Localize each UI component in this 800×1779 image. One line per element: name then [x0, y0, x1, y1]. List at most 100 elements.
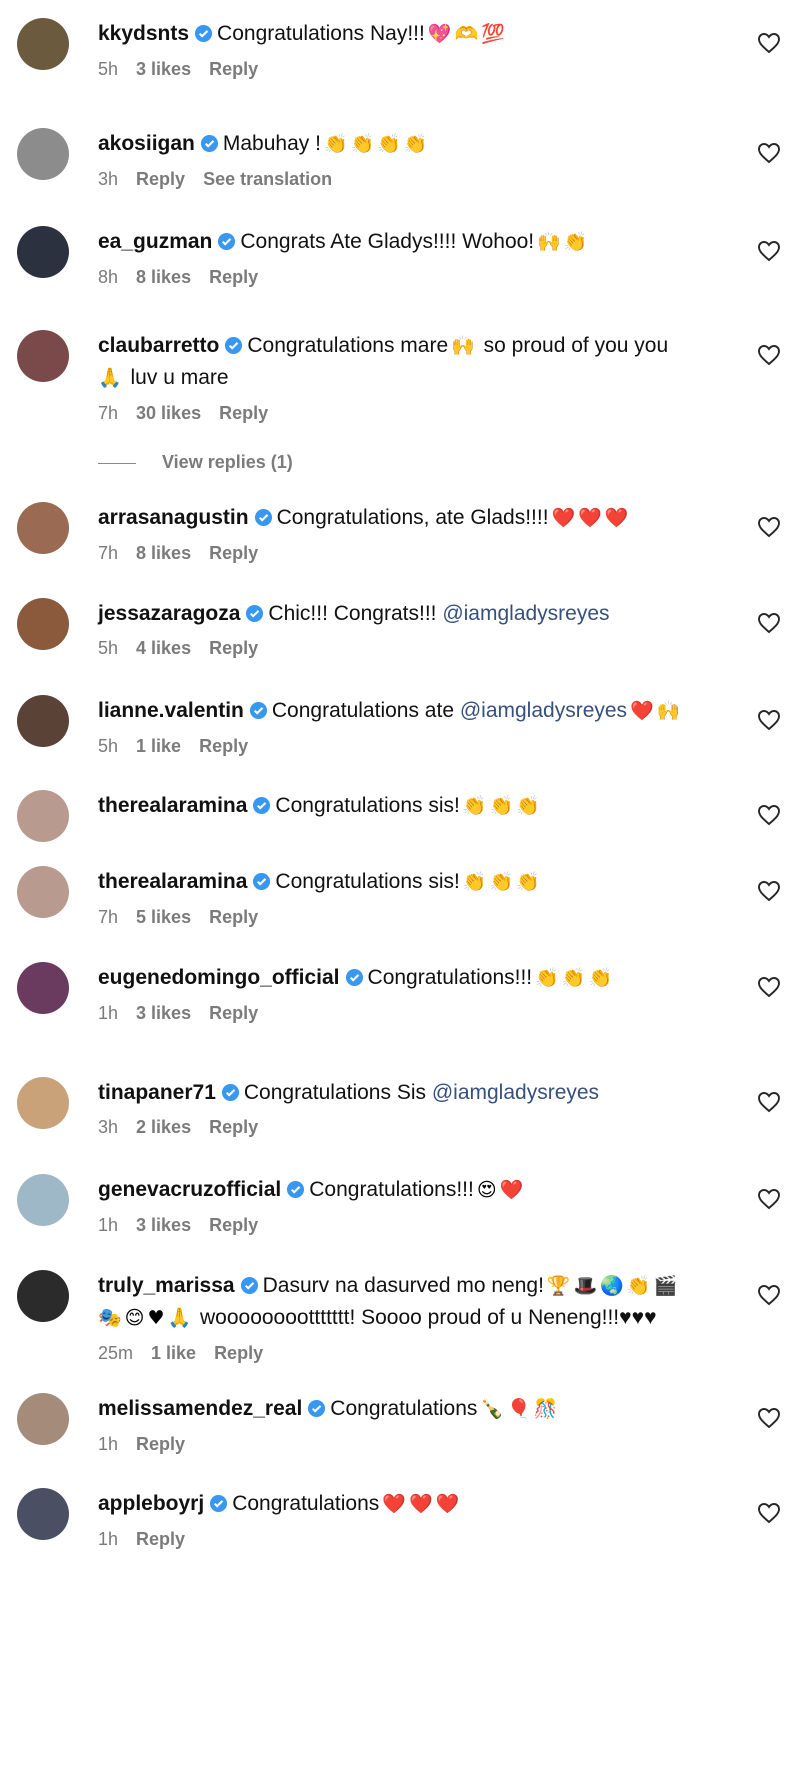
- comment-emojis: 👏👏👏: [535, 967, 616, 989]
- reply-button[interactable]: Reply: [136, 1529, 185, 1549]
- username[interactable]: akosiigan: [98, 132, 195, 155]
- comment-emojis: 🙌: [451, 335, 478, 357]
- avatar[interactable]: [17, 502, 69, 554]
- username[interactable]: therealaramina: [98, 794, 247, 817]
- verified-badge-icon: [253, 796, 271, 815]
- avatar[interactable]: [17, 128, 69, 180]
- like-heart-icon[interactable]: [757, 1091, 781, 1113]
- verified-badge-icon: [246, 604, 264, 623]
- avatar[interactable]: [17, 962, 69, 1014]
- likes-count[interactable]: 8 likes: [136, 543, 191, 563]
- likes-count[interactable]: 4 likes: [136, 638, 191, 658]
- like-heart-icon[interactable]: [757, 32, 781, 54]
- verified-badge-icon: [308, 1399, 326, 1418]
- likes-count[interactable]: 1 like: [136, 736, 181, 756]
- comment-text: Congratulations: [232, 1492, 380, 1515]
- like-heart-icon[interactable]: [757, 516, 781, 538]
- timestamp: 3h: [98, 1117, 119, 1137]
- comment-emojis: 🍾🎈🎊: [480, 1398, 561, 1420]
- reply-button[interactable]: Reply: [209, 267, 258, 287]
- avatar[interactable]: [17, 330, 69, 382]
- verified-badge-icon: [210, 1494, 228, 1513]
- like-heart-icon[interactable]: [757, 1188, 781, 1210]
- like-heart-icon[interactable]: [757, 142, 781, 164]
- username[interactable]: tinapaner71: [98, 1081, 216, 1104]
- reply-button[interactable]: Reply: [209, 1003, 258, 1023]
- avatar[interactable]: [17, 790, 69, 842]
- username[interactable]: eugenedomingo_official: [98, 966, 340, 989]
- view-replies-button[interactable]: View replies (1): [98, 452, 293, 473]
- reply-button[interactable]: Reply: [209, 638, 258, 658]
- mention-link[interactable]: @iamgladysreyes: [460, 699, 627, 722]
- avatar[interactable]: [17, 18, 69, 70]
- comment-text: Dasurv na dasurved mo neng!: [262, 1274, 544, 1297]
- username[interactable]: arrasanagustin: [98, 506, 249, 529]
- comment-text: Congratulations!!!: [367, 966, 533, 989]
- likes-count[interactable]: 5 likes: [136, 907, 191, 927]
- verified-badge-icon: [218, 232, 236, 251]
- reply-button[interactable]: Reply: [219, 403, 268, 423]
- reply-button[interactable]: Reply: [209, 543, 258, 563]
- avatar[interactable]: [17, 1393, 69, 1445]
- likes-count[interactable]: 3 likes: [136, 1215, 191, 1235]
- timestamp: 25m: [98, 1343, 134, 1363]
- reply-button[interactable]: Reply: [136, 169, 185, 189]
- reply-button[interactable]: Reply: [136, 1434, 185, 1454]
- like-heart-icon[interactable]: [757, 344, 781, 366]
- likes-count[interactable]: 3 likes: [136, 59, 191, 79]
- comments-feed: kkydsnts Congratulations Nay!!! 💖🫶💯 5h 3 li…: [0, 0, 800, 1779]
- reply-button[interactable]: Reply: [209, 1117, 258, 1137]
- username[interactable]: kkydsnts: [98, 22, 189, 45]
- like-heart-icon[interactable]: [757, 709, 781, 731]
- username[interactable]: truly_marissa: [98, 1274, 235, 1297]
- avatar[interactable]: [17, 866, 69, 918]
- username[interactable]: claubarretto: [98, 334, 219, 357]
- like-heart-icon[interactable]: [757, 1284, 781, 1306]
- comment-text: Chic!!! Congrats!!!: [268, 602, 437, 625]
- comment-emojis-line2: 🎭😊♥🙏: [98, 1307, 195, 1329]
- comment-emojis: ❤️❤️❤️: [382, 1493, 463, 1515]
- username[interactable]: melissamendez_real: [98, 1397, 302, 1420]
- reply-button[interactable]: Reply: [209, 1215, 258, 1235]
- avatar[interactable]: [17, 226, 69, 278]
- avatar[interactable]: [17, 695, 69, 747]
- like-heart-icon[interactable]: [757, 880, 781, 902]
- avatar[interactable]: [17, 1077, 69, 1129]
- username[interactable]: appleboyrj: [98, 1492, 204, 1515]
- avatar[interactable]: [17, 598, 69, 650]
- username[interactable]: therealaramina: [98, 870, 247, 893]
- like-heart-icon[interactable]: [757, 240, 781, 262]
- timestamp: 5h: [98, 638, 119, 658]
- username[interactable]: genevacruzofficial: [98, 1178, 281, 1201]
- mention-link[interactable]: @iamgladysreyes: [442, 602, 609, 625]
- username[interactable]: ea_guzman: [98, 230, 212, 253]
- reply-button[interactable]: Reply: [209, 907, 258, 927]
- verified-badge-icon: [345, 968, 363, 987]
- verified-badge-icon: [225, 336, 243, 355]
- mention-link[interactable]: @iamgladysreyes: [432, 1081, 599, 1104]
- likes-count[interactable]: 3 likes: [136, 1003, 191, 1023]
- timestamp: 1h: [98, 1529, 119, 1549]
- username[interactable]: jessazaragoza: [98, 602, 240, 625]
- like-heart-icon[interactable]: [757, 976, 781, 998]
- like-heart-icon[interactable]: [757, 612, 781, 634]
- comment-text-line2: woooooooottttttt! Soooo proud of u Nenen…: [200, 1306, 657, 1329]
- verified-badge-icon: [253, 872, 271, 891]
- avatar[interactable]: [17, 1174, 69, 1226]
- avatar[interactable]: [17, 1270, 69, 1322]
- likes-count[interactable]: 8 likes: [136, 267, 191, 287]
- comment-text-continued: so proud of you you: [483, 334, 669, 357]
- view-replies-line: [98, 462, 136, 464]
- like-heart-icon[interactable]: [757, 1407, 781, 1429]
- likes-count[interactable]: 2 likes: [136, 1117, 191, 1137]
- username[interactable]: lianne.valentin: [98, 699, 244, 722]
- like-heart-icon[interactable]: [757, 804, 781, 826]
- avatar[interactable]: [17, 1488, 69, 1540]
- reply-button[interactable]: Reply: [209, 59, 258, 79]
- reply-button[interactable]: Reply: [199, 736, 248, 756]
- likes-count[interactable]: 1 like: [151, 1343, 196, 1363]
- see-translation-button[interactable]: See translation: [203, 169, 332, 189]
- likes-count[interactable]: 30 likes: [136, 403, 201, 423]
- reply-button[interactable]: Reply: [214, 1343, 263, 1363]
- like-heart-icon[interactable]: [757, 1502, 781, 1524]
